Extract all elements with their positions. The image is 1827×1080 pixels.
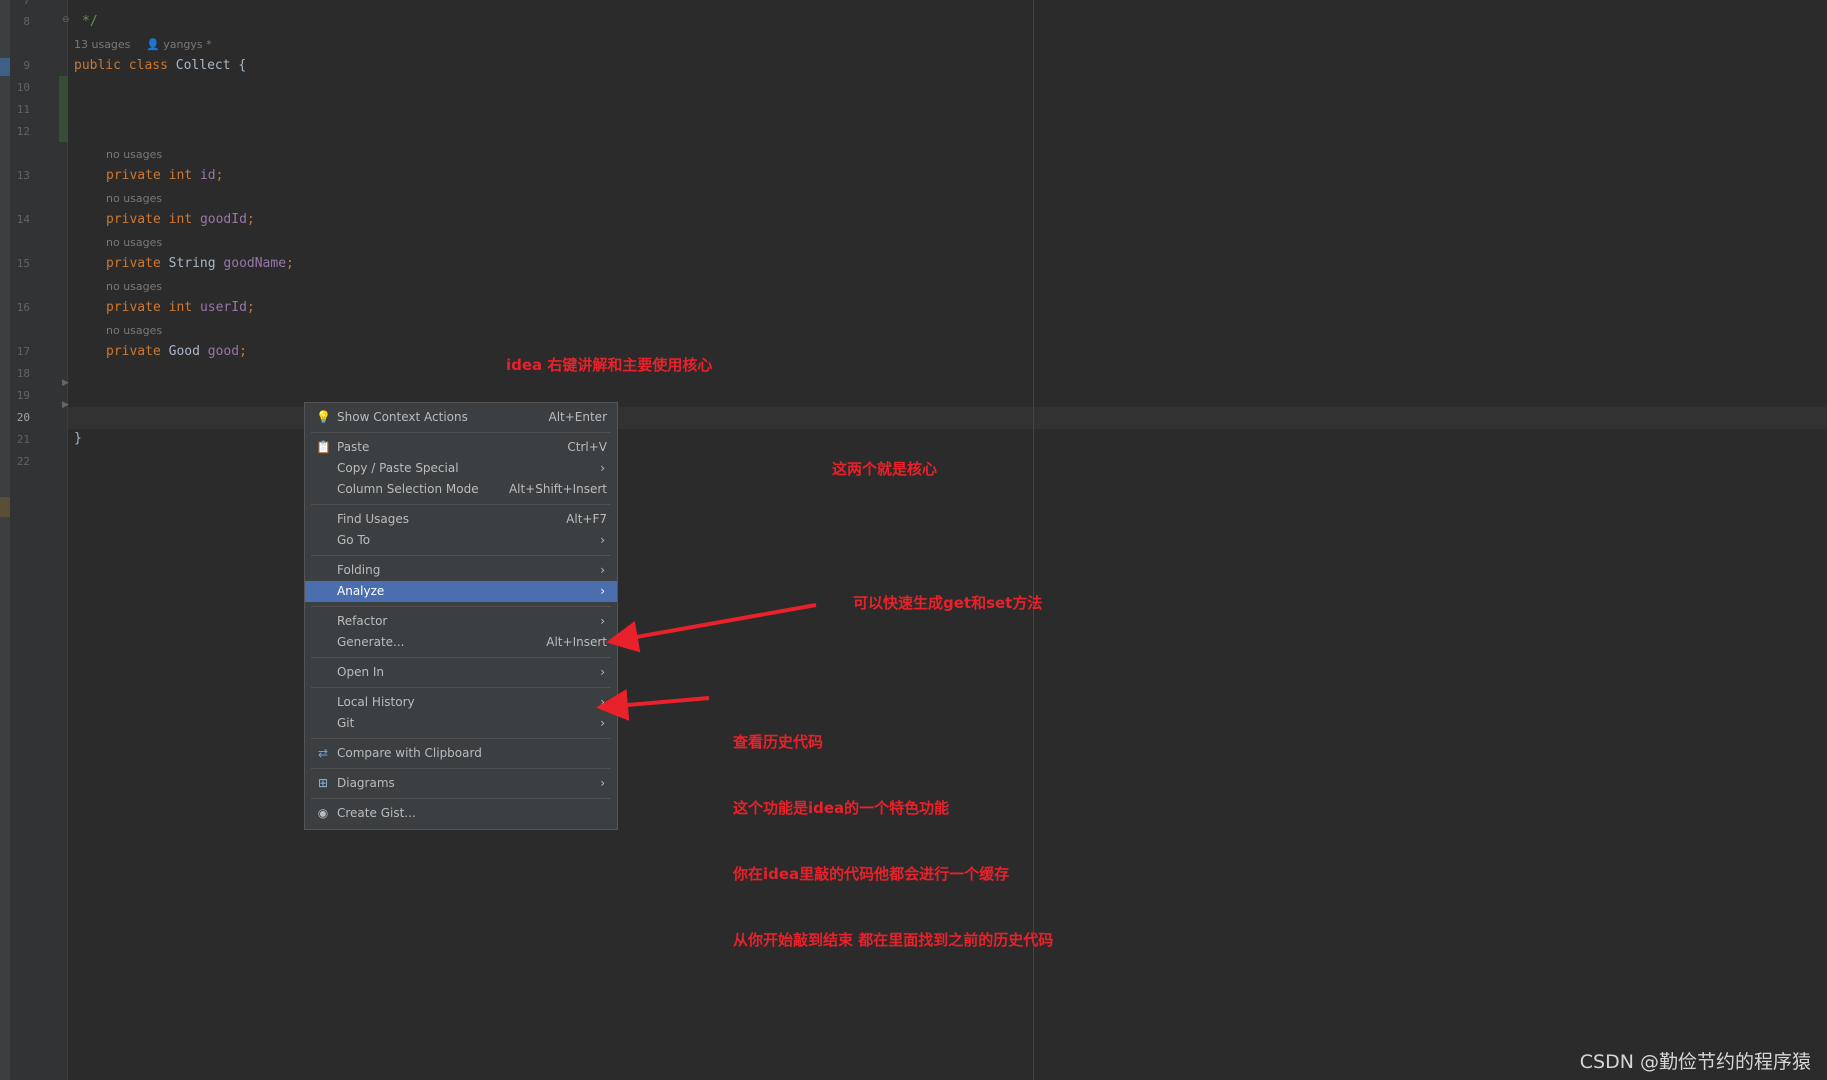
annotation-arrows: [596, 603, 817, 721]
watermark: CSDN @勤俭节约的程序猿: [1579, 1051, 1811, 1073]
arrow-to-generate: [606, 603, 817, 653]
arrow-to-local-history: [596, 689, 710, 721]
